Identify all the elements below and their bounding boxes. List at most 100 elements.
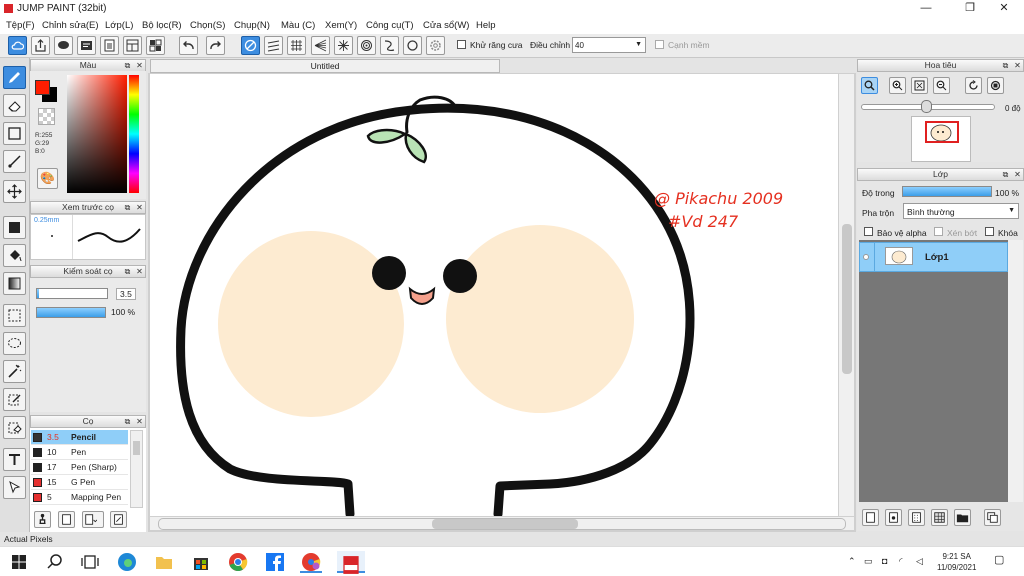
menu-filter[interactable]: Bộ lọc(R) <box>142 20 182 31</box>
brush-size-value[interactable]: 3.5 <box>116 288 136 300</box>
grid-frame-button[interactable] <box>146 36 165 55</box>
start-button[interactable] <box>8 551 30 573</box>
float-icon[interactable]: ⧉ <box>123 417 132 426</box>
facebook-app[interactable] <box>264 551 286 573</box>
battery-icon[interactable]: ▭ <box>864 556 873 567</box>
snap-radial-button[interactable] <box>334 36 353 55</box>
snap-off-button[interactable] <box>241 36 260 55</box>
drawing-canvas[interactable]: @ Pikachu 2009 #Vd 247 <box>150 74 838 516</box>
new-layer-button[interactable] <box>862 509 879 526</box>
search-button[interactable] <box>44 551 66 573</box>
navigator-thumbnail[interactable] <box>911 116 971 162</box>
float-icon[interactable]: ⧉ <box>123 61 132 70</box>
brush-row[interactable]: 15 G Pen <box>31 475 128 490</box>
document-tab[interactable]: Untitled <box>150 59 500 73</box>
snap-perspective-button[interactable] <box>311 36 330 55</box>
foreground-color-swatch[interactable] <box>35 80 50 95</box>
snap-circle-button[interactable] <box>357 36 376 55</box>
snap-parallel-button[interactable] <box>264 36 283 55</box>
vertical-scroll-thumb[interactable] <box>842 224 852 374</box>
adjust-select[interactable]: 40 ▼ <box>572 37 646 53</box>
snap-settings-button[interactable] <box>426 36 445 55</box>
tool-select-pen[interactable] <box>3 388 26 411</box>
brush-edit-button[interactable] <box>110 511 127 528</box>
layer-opacity-slider[interactable] <box>902 186 992 197</box>
tool-marquee[interactable] <box>3 304 26 327</box>
menu-view[interactable]: Xem(Y) <box>325 20 357 31</box>
tool-magic-wand[interactable] <box>3 360 26 383</box>
file-explorer-app[interactable] <box>153 551 175 573</box>
volume-icon[interactable]: ◁ <box>916 556 923 567</box>
tool-line[interactable] <box>3 150 26 173</box>
edge-app[interactable] <box>116 551 138 573</box>
menu-window[interactable]: Cửa sổ(W) <box>423 20 469 31</box>
snap-grid-button[interactable] <box>287 36 306 55</box>
close-icon[interactable]: ✕ <box>1013 170 1022 179</box>
tone-layer-button[interactable] <box>931 509 948 526</box>
layer-copy-button[interactable] <box>984 509 1001 526</box>
rotation-slider-knob[interactable] <box>921 100 932 113</box>
float-icon[interactable]: ⧉ <box>1001 170 1010 179</box>
new-folder-button[interactable] <box>954 509 971 526</box>
menu-file[interactable]: Tệp(F) <box>6 20 35 31</box>
redo-button[interactable] <box>206 36 225 55</box>
jump-paint-app[interactable] <box>337 551 365 574</box>
undo-button[interactable] <box>179 36 198 55</box>
close-icon[interactable]: ✕ <box>135 267 144 276</box>
menu-color[interactable]: Màu (C) <box>281 20 315 31</box>
tool-fill-rect[interactable] <box>3 216 26 239</box>
zoom-in-button[interactable] <box>889 77 906 94</box>
cloud-button[interactable] <box>8 36 27 55</box>
fit-screen-button[interactable] <box>911 77 928 94</box>
comment-button[interactable] <box>54 36 73 55</box>
clip-checkbox[interactable] <box>934 227 943 236</box>
tool-lasso[interactable] <box>3 332 26 355</box>
zoom-out-button[interactable] <box>933 77 950 94</box>
float-icon[interactable]: ⧉ <box>1001 61 1010 70</box>
close-icon[interactable]: ✕ <box>135 203 144 212</box>
brush-list-scroll-thumb[interactable] <box>133 441 140 455</box>
store-app[interactable] <box>190 551 212 573</box>
storage-icon[interactable]: ◘ <box>882 556 887 566</box>
layer-row[interactable]: Lớp1 <box>859 242 1008 272</box>
brush-row[interactable]: 5 Mapping Pen <box>31 490 128 505</box>
snap-curve-button[interactable] <box>380 36 399 55</box>
task-view-button[interactable] <box>79 551 101 573</box>
tool-move[interactable] <box>3 180 26 203</box>
wifi-icon[interactable]: ◜ <box>899 556 903 567</box>
brush-size-slider[interactable] <box>36 288 108 299</box>
new-brush-button[interactable] <box>58 511 75 528</box>
new-raster-layer-button[interactable] <box>885 509 902 526</box>
canvas-vertical-scrollbar[interactable] <box>838 74 854 516</box>
menu-help[interactable]: Help <box>476 20 496 31</box>
protect-alpha-checkbox[interactable] <box>864 227 873 236</box>
menu-select[interactable]: Chọn(S) <box>190 20 225 31</box>
blend-mode-select[interactable]: Bình thường ▼ <box>903 203 1019 219</box>
text-box-button[interactable] <box>77 36 96 55</box>
antialias-checkbox[interactable] <box>457 40 466 49</box>
close-button[interactable]: ✕ <box>984 0 1024 17</box>
notification-icon[interactable]: ▢ <box>994 553 1004 566</box>
palette-button[interactable]: 🎨 <box>37 168 58 189</box>
menu-tools[interactable]: Công cụ(T) <box>366 20 414 31</box>
rotate-button[interactable] <box>965 77 982 94</box>
tool-select-eraser[interactable] <box>3 416 26 439</box>
tool-gradient[interactable] <box>3 272 26 295</box>
tool-select-rect[interactable] <box>3 122 26 145</box>
system-clock[interactable]: 9:21 SA 11/09/2021 <box>937 551 976 573</box>
float-icon[interactable]: ⧉ <box>123 203 132 212</box>
close-icon[interactable]: ✕ <box>1013 61 1022 70</box>
menu-layer[interactable]: Lớp(L) <box>105 20 133 31</box>
brush-list-scrollbar[interactable] <box>130 430 143 508</box>
layer-list-scrollbar[interactable] <box>1008 240 1023 502</box>
menu-capture[interactable]: Chụp(N) <box>234 20 270 31</box>
tool-text[interactable] <box>3 448 26 471</box>
visibility-icon[interactable] <box>863 254 869 260</box>
float-icon[interactable]: ⧉ <box>123 267 132 276</box>
tool-operation[interactable] <box>3 476 26 499</box>
tool-eraser[interactable] <box>3 94 26 117</box>
chevron-up-icon[interactable]: ⌃ <box>848 556 856 567</box>
brush-menu-button[interactable] <box>82 511 104 528</box>
zoom-tool-button[interactable] <box>861 77 878 94</box>
canvas-horizontal-scrollbar[interactable] <box>150 516 854 530</box>
